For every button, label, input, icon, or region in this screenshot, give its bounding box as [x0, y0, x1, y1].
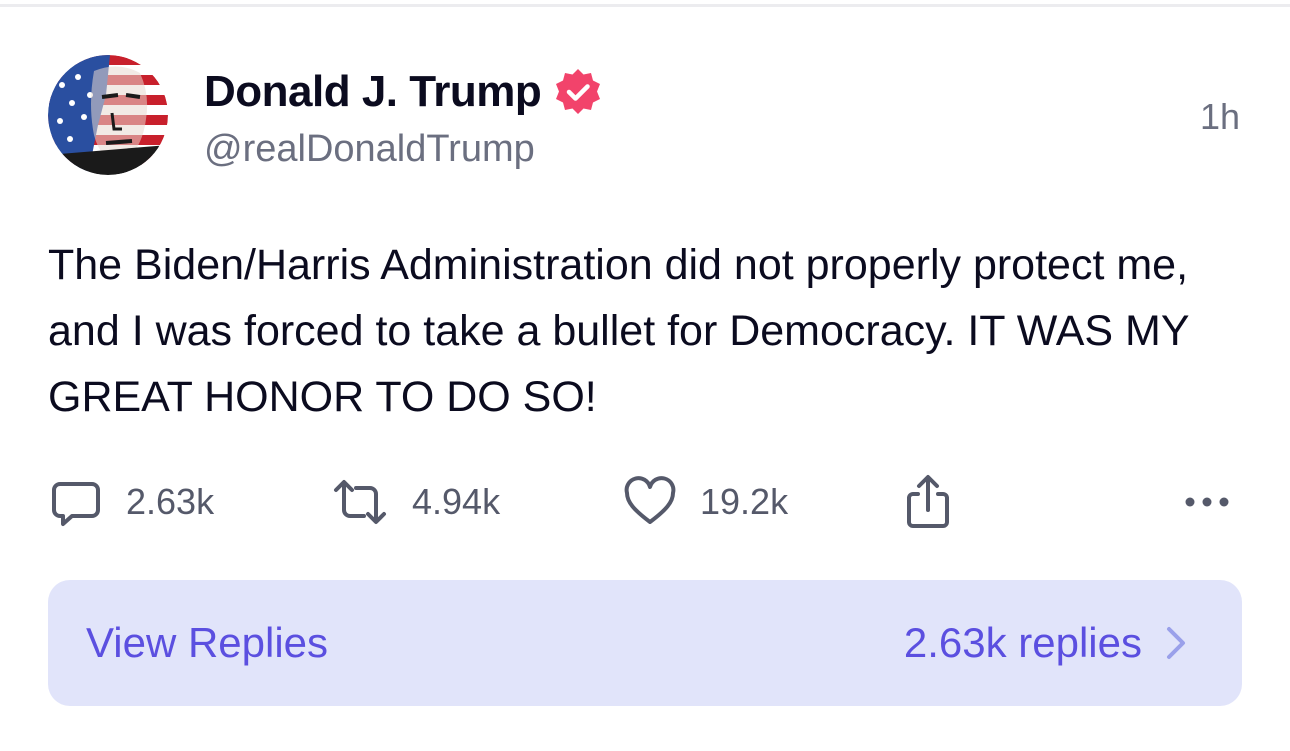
post-timestamp[interactable]: 1h: [1200, 96, 1240, 138]
post-body-text: The Biden/Harris Administration did not …: [48, 241, 1189, 421]
more-options-button[interactable]: [1182, 470, 1232, 534]
avatar-flag-portrait-image: [48, 55, 168, 175]
author-handle[interactable]: @realDonaldTrump: [204, 128, 535, 171]
share-button[interactable]: [900, 470, 956, 534]
view-replies-button[interactable]: View Replies 2.63k replies: [48, 580, 1242, 706]
chevron-right-icon: [1164, 625, 1188, 661]
post-card: Donald J. Trump @realDonaldTrump 1h The …: [0, 0, 1290, 751]
view-replies-label: View Replies: [86, 619, 329, 666]
reply-button[interactable]: 2.63k: [48, 470, 214, 534]
replies-count-label: 2.63k replies: [903, 619, 1142, 666]
post-actions-bar: 2.63k 4.94k 19.2k: [48, 470, 1248, 534]
heart-icon: [622, 474, 678, 530]
author-name-row: Donald J. Trump: [204, 66, 603, 118]
like-count: 19.2k: [700, 481, 789, 522]
verified-badge-icon: [553, 67, 603, 117]
author-display-name[interactable]: Donald J. Trump: [204, 67, 542, 117]
avatar[interactable]: [48, 55, 168, 175]
repost-icon: [330, 474, 390, 530]
repost-button[interactable]: 4.94k: [330, 470, 500, 534]
repost-count: 4.94k: [412, 481, 501, 522]
share-icon: [900, 472, 956, 532]
more-horizontal-icon: [1182, 492, 1232, 512]
comment-icon: [48, 474, 104, 530]
reply-count: 2.63k: [126, 481, 215, 522]
like-button[interactable]: 19.2k: [622, 470, 788, 534]
